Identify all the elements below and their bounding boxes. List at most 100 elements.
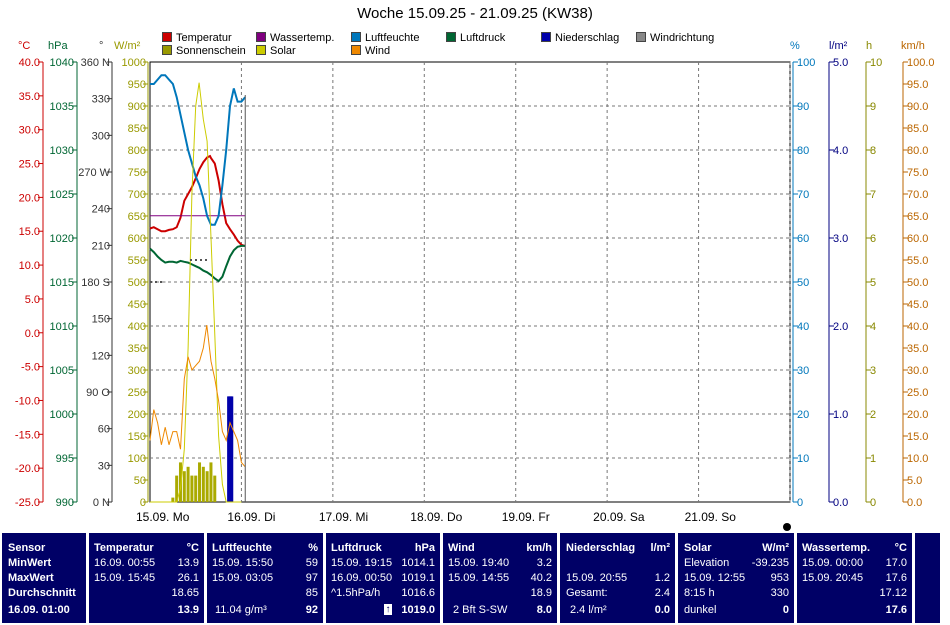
water-now: 17.6 (885, 604, 907, 616)
axis-tick-label-humidity: 50 (797, 277, 809, 289)
water-header: Wassertemp. (802, 542, 871, 554)
press-avg: 1016.6 (401, 587, 435, 599)
axis-tick-label-pressure: 1015 (50, 277, 74, 289)
wind-min-time: 15.09. 19:40 (448, 557, 510, 569)
axis-tick-label-sunshine: 9 (870, 101, 876, 113)
hum-header: Luftfeuchte (212, 542, 272, 554)
rain-header: Niederschlag (566, 542, 636, 554)
axis-tick-label-sunshine: 10 (870, 57, 882, 69)
axis-tick-label-wind_dir: 240 (92, 204, 110, 216)
water-unit: °C (894, 542, 907, 554)
scroll-end-marker-icon (783, 523, 791, 531)
axis-tick-label-solar: 400 (128, 321, 146, 333)
axis-tick-label-humidity: 60 (797, 233, 809, 245)
axis-tick-label-solar: 200 (128, 409, 146, 421)
rain-now: 0.0 (654, 604, 670, 616)
axis-tick-label-temperature: 15.0 (19, 226, 40, 238)
axis-tick-label-wind: 55.0 (907, 255, 928, 267)
press-min-value: 1014.1 (401, 557, 435, 569)
stats-panel-temperature: Temperatur °C 16.09. 00:55 13.9 15.09. 15:… (89, 533, 204, 623)
press-min-time: 15.09. 19:15 (331, 557, 393, 569)
bar-sonnenschein (182, 471, 186, 502)
axis-tick-label-wind: 0.0 (907, 497, 922, 509)
axis-tick-label-rain: 3.0 (833, 233, 848, 245)
axis-tick-label-wind_dir: 90 O (86, 387, 110, 399)
axis-tick-label-sunshine: 7 (870, 189, 876, 201)
axis-tick-label-wind: 35.0 (907, 343, 928, 355)
axis-tick-label-wind: 30.0 (907, 365, 928, 377)
axis-tick-label-solar: 50 (134, 475, 146, 487)
solar-elev-value: -39.235 (751, 557, 789, 569)
bar-sonnenschein (213, 475, 217, 502)
axis-tick-label-temperature: 25.0 (19, 159, 40, 171)
bar-sonnenschein (171, 497, 175, 502)
axis-tick-label-wind: 80.0 (907, 145, 928, 157)
stats-panel-extra (915, 533, 940, 623)
hum-avg: 85 (305, 587, 318, 599)
temp-now: 13.9 (177, 604, 199, 616)
bar-sonnenschein (190, 475, 194, 502)
axis-tick-label-solar: 750 (128, 167, 146, 179)
x-tick-label: 20.09. Sa (593, 510, 645, 524)
wind-now: 8.0 (536, 604, 552, 616)
stats-panel-sensor: Sensor MinWert MaxWert Durchschnitt 16.0… (2, 533, 86, 623)
axis-tick-label-solar: 350 (128, 343, 146, 355)
water-avg: 17.12 (879, 587, 907, 599)
axis-tick-label-pressure: 1030 (50, 145, 74, 157)
wind-min-value: 3.2 (536, 557, 552, 569)
axis-tick-label-humidity: 20 (797, 409, 809, 421)
axis-tick-label-rain: 2.0 (833, 321, 848, 333)
axis-tick-label-solar: 900 (128, 101, 146, 113)
axis-tick-label-humidity: 80 (797, 145, 809, 157)
bar-sonnenschein (198, 462, 202, 502)
axis-tick-label-pressure: 1020 (50, 233, 74, 245)
axis-tick-label-humidity: 70 (797, 189, 809, 201)
axis-tick-label-wind: 85.0 (907, 123, 928, 135)
bar-sonnenschein (194, 475, 198, 502)
axis-tick-label-wind: 75.0 (907, 167, 928, 179)
axis-tick-label-temperature: 10.0 (19, 260, 40, 272)
axis-tick-label-wind_dir: 270 W (78, 167, 110, 179)
sensor-header: Sensor (8, 542, 46, 554)
axis-tick-label-wind: 65.0 (907, 211, 928, 223)
axis-tick-label-wind_dir: 180 S (81, 277, 110, 289)
axis-tick-label-wind_dir: 120 (92, 350, 110, 362)
hum-min-value: 59 (305, 557, 318, 569)
axis-tick-label-temperature: 20.0 (19, 192, 40, 204)
solar-max-value: 953 (770, 572, 789, 584)
axis-tick-label-temperature: 35.0 (19, 91, 40, 103)
temp-unit: °C (186, 542, 199, 554)
axis-tick-label-humidity: 100 (797, 57, 815, 69)
weather-chart: 15.09. Mo 16.09. Di 17.09. Mi 18.09. Do 19.0… (15, 57, 935, 531)
axis-tick-label-temperature: -25.0 (15, 497, 40, 509)
axis-tick-label-wind: 40.0 (907, 321, 928, 333)
solar-sun-hours: 8:15 h (684, 587, 715, 599)
hum-unit: % (308, 542, 318, 554)
stats-panel-pressure: Luftdruck hPa 15.09. 19:15 1014.1 16.09. 0… (326, 533, 440, 623)
temp-min-value: 13.9 (177, 557, 199, 569)
solar-max-time: 15.09. 12:55 (684, 572, 746, 584)
rain-max-time: 15.09. 20:55 (566, 572, 628, 584)
stats-panel-rain: Niederschlag l/m² 15.09. 20:55 1.2 Gesamt:… (560, 533, 675, 623)
axis-tick-label-pressure: 1025 (50, 189, 74, 201)
axis-tick-label-wind: 20.0 (907, 409, 928, 421)
wind-avg: 18.9 (530, 587, 552, 599)
stats-panel-watertemp: Wassertemp. °C 15.09. 00:00 17.0 15.09. 20… (797, 533, 912, 623)
rain-total-label: Gesamt: (566, 587, 608, 599)
hum-absolute: 11.04 g/m³ (215, 604, 267, 616)
axis-tick-label-humidity: 10 (797, 453, 809, 465)
axis-tick-label-solar: 600 (128, 233, 146, 245)
stats-panel-wind: Wind km/h 15.09. 19:40 3.2 15.09. 14:55 40.… (443, 533, 557, 623)
axis-tick-label-wind: 45.0 (907, 299, 928, 311)
axis-tick-label-temperature: -5.0 (21, 362, 40, 374)
solar-state: dunkel (684, 604, 717, 616)
rain-total: 2.4 (654, 587, 670, 599)
axis-tick-label-humidity: 0 (797, 497, 803, 509)
hum-max-value: 97 (305, 572, 318, 584)
stats-table: Sensor MinWert MaxWert Durchschnitt 16.0… (0, 533, 950, 625)
axis-tick-label-wind: 70.0 (907, 189, 928, 201)
row-label-now: 16.09. 01:00 (8, 604, 70, 616)
temp-max-value: 26.1 (177, 572, 199, 584)
axis-tick-label-pressure: 1000 (50, 409, 74, 421)
water-max-value: 17.6 (885, 572, 907, 584)
